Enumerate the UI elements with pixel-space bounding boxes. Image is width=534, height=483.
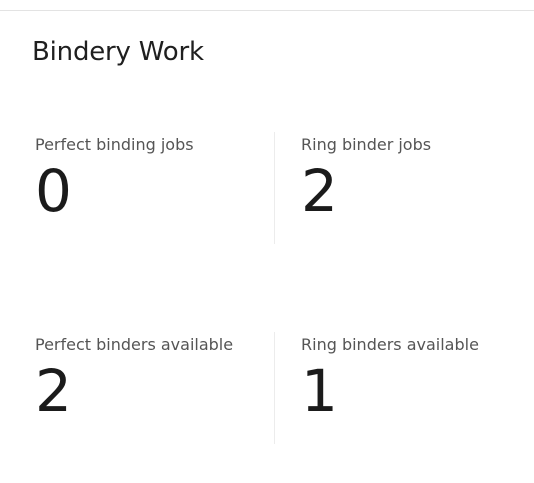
metric-label: Ring binders available — [301, 335, 479, 354]
metric-value: 2 — [35, 357, 72, 425]
metric-ring-binder-jobs: Ring binder jobs 2 — [301, 134, 531, 224]
metric-perfect-binding-jobs: Perfect binding jobs 0 — [35, 134, 265, 224]
metric-label: Ring binder jobs — [301, 135, 432, 154]
metric-label: Perfect binders available — [35, 335, 234, 354]
metric-perfect-binders-available: Perfect binders available 2 — [35, 334, 265, 424]
bindery-work-card: Bindery Work Perfect binding jobs 0 Ring… — [0, 0, 534, 483]
column-divider — [274, 332, 275, 444]
metric-value: 0 — [35, 157, 72, 225]
card-title: Bindery Work — [32, 37, 204, 67]
top-divider — [0, 10, 534, 11]
column-divider — [274, 132, 275, 244]
metric-value: 1 — [301, 357, 338, 425]
metric-value: 2 — [301, 157, 338, 225]
metric-ring-binders-available: Ring binders available 1 — [301, 334, 531, 424]
metric-label: Perfect binding jobs — [35, 135, 194, 154]
